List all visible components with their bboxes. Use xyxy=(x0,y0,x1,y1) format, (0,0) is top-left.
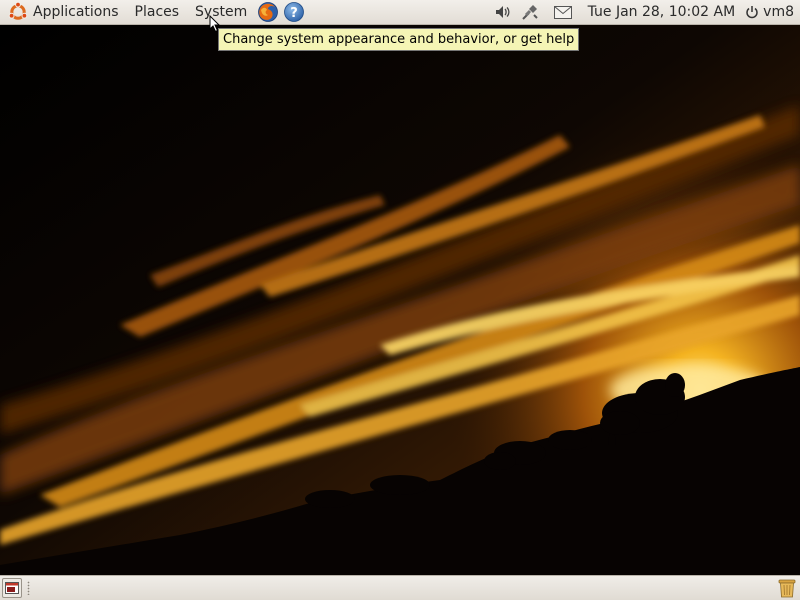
desktop-wallpaper xyxy=(0,25,800,575)
mouse-cursor-icon xyxy=(209,14,221,37)
clock[interactable]: Tue Jan 28, 10:02 AM xyxy=(582,0,744,24)
ubuntu-logo-icon xyxy=(8,2,28,22)
svg-text:?: ? xyxy=(290,6,298,21)
applications-menu-label: Applications xyxy=(33,4,119,20)
bottom-panel xyxy=(0,575,800,600)
tooltip-text: Change system appearance and behavior, o… xyxy=(223,32,575,47)
places-menu[interactable]: Places xyxy=(127,0,188,24)
volume-control[interactable] xyxy=(490,0,516,24)
firefox-icon xyxy=(257,1,279,23)
places-menu-label: Places xyxy=(134,4,180,20)
clock-label: Tue Jan 28, 10:02 AM xyxy=(587,4,736,20)
mail-indicator[interactable] xyxy=(544,0,582,24)
panel-grip-handle[interactable] xyxy=(27,581,30,595)
user-name-label: vm8 xyxy=(763,4,794,20)
network-manager[interactable] xyxy=(516,0,544,24)
trash-applet[interactable] xyxy=(776,577,798,599)
applications-menu[interactable]: Applications xyxy=(0,0,127,24)
system-menu-tooltip: Change system appearance and behavior, o… xyxy=(218,28,580,51)
system-menu-label: System xyxy=(195,4,248,20)
help-icon: ? xyxy=(283,1,305,23)
show-desktop-icon xyxy=(5,582,19,594)
trash-icon xyxy=(778,578,796,598)
help-launcher[interactable]: ? xyxy=(282,0,306,24)
firefox-launcher[interactable] xyxy=(256,0,280,24)
mail-icon xyxy=(553,5,572,19)
system-menu[interactable]: System xyxy=(187,0,255,24)
user-switcher[interactable]: vm8 xyxy=(743,0,800,24)
volume-icon xyxy=(494,4,512,20)
top-panel: Applications Places System ? Tue Jan 28,… xyxy=(0,0,800,25)
show-desktop-button[interactable] xyxy=(2,578,22,598)
network-icon xyxy=(520,3,540,21)
power-icon xyxy=(745,5,759,19)
